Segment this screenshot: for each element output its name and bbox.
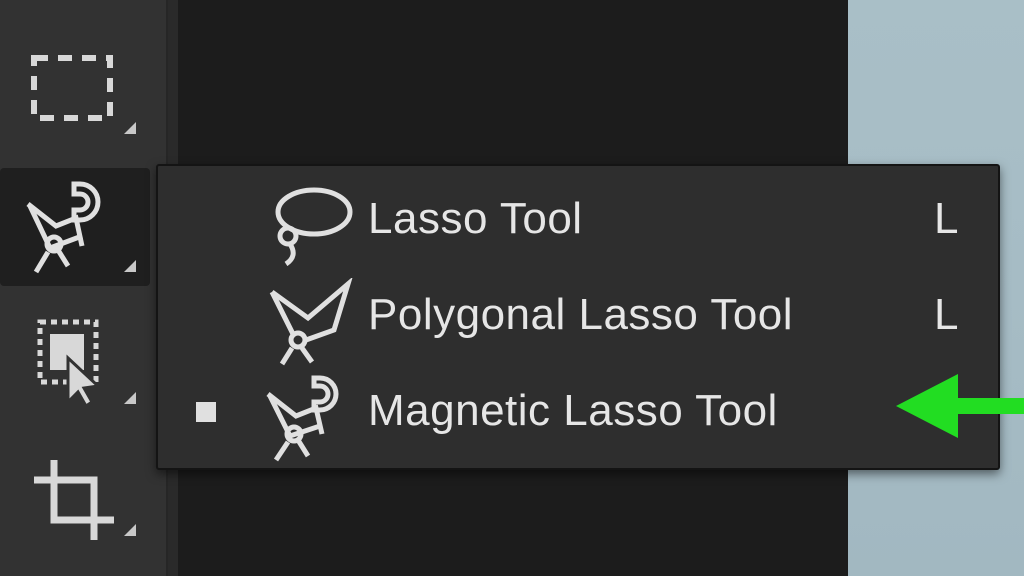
lasso-tools-flyout: Lasso Tool L Polygonal Lasso Tool L Magn… [156,164,1000,470]
crop-icon [34,460,114,540]
magnetic-lasso-icon [26,181,101,274]
annotation-arrow-icon [896,374,1024,438]
more-tools-indicator [124,122,136,134]
tools-panel [0,0,168,576]
shortcut-key: L [934,194,959,243]
menu-item-label: Lasso Tool [368,194,583,243]
polygonal-lasso-icon [269,278,353,366]
app-window: Lasso Tool L Polygonal Lasso Tool L Magn… [0,0,1024,576]
magnetic-lasso-icon [266,375,339,462]
crop-tool-button[interactable] [0,432,150,550]
object-selection-tool-button[interactable] [0,300,150,418]
menu-item-magnetic-lasso-tool[interactable]: Magnetic Lasso Tool L [158,364,998,462]
marquee-icon [31,55,113,121]
more-tools-indicator [124,260,136,272]
more-tools-indicator [124,392,136,404]
shortcut-key: L [934,290,959,339]
menu-item-lasso-tool[interactable]: Lasso Tool L [158,172,998,268]
magnetic-lasso-tool-button[interactable] [0,168,150,286]
lasso-icon [275,187,353,266]
rectangular-marquee-tool-button[interactable] [0,30,150,148]
menu-item-label: Magnetic Lasso Tool [368,386,778,435]
menu-item-label: Polygonal Lasso Tool [368,290,794,339]
menu-item-polygonal-lasso-tool[interactable]: Polygonal Lasso Tool L [158,268,998,366]
more-tools-indicator [124,524,136,536]
selected-indicator [196,402,216,422]
object-selection-icon [37,319,102,409]
